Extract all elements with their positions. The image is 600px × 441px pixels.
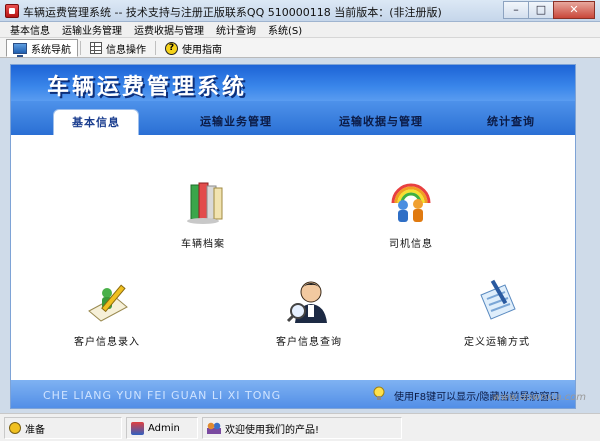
books-icon xyxy=(177,177,229,229)
tab-label: 使用指南 xyxy=(182,44,222,56)
menu-bar: 基本信息 运输业务管理 运费收据与管理 统计查询 系统(S) xyxy=(0,22,600,38)
window-controls: – □ ✕ xyxy=(503,1,595,19)
toolbar: 系统导航 信息操作 ? 使用指南 xyxy=(0,38,600,58)
status-bar: 准备 Admin 欢迎使用我们的产品! xyxy=(0,413,600,441)
help-icon: ? xyxy=(165,41,178,55)
tab-label: 信息操作 xyxy=(106,44,146,56)
tab-label: 系统导航 xyxy=(31,44,71,56)
user-shield-icon xyxy=(131,421,144,435)
monitor-icon xyxy=(13,42,27,57)
banner-title: 车辆运费管理系统 xyxy=(47,74,248,100)
pencil-paper-icon xyxy=(81,275,133,327)
minimize-button[interactable]: – xyxy=(503,1,529,19)
menu-statistics[interactable]: 统计查询 xyxy=(210,22,262,37)
status-welcome-text: 欢迎使用我们的产品! xyxy=(225,424,320,436)
nav-tab-transport-receipts[interactable]: 运输收据与管理 xyxy=(316,109,446,135)
document-pen-icon xyxy=(471,275,523,327)
tile-label: 司机信息 xyxy=(389,239,433,250)
banner: 车辆运费管理系统 xyxy=(11,65,575,101)
tile-customer-info-entry[interactable]: 客户信息录入 xyxy=(47,275,167,348)
tab-system-navigation[interactable]: 系统导航 xyxy=(6,39,78,57)
tile-area: 车辆档案 司机信息 客户信息录入 客户信息查询 定义运输方式 xyxy=(11,135,575,380)
people-rainbow-icon xyxy=(385,177,437,229)
divider xyxy=(80,41,81,55)
title-bar: 车辆运费管理系统 -- 技术支持与注册正版联系QQ 510000118 当前版本… xyxy=(0,0,600,22)
menu-basic-info[interactable]: 基本信息 xyxy=(4,22,56,37)
footer-band: CHE LIANG YUN FEI GUAN LI XI TONG 使用F8键可… xyxy=(11,380,575,408)
status-welcome: 欢迎使用我们的产品! xyxy=(202,417,402,439)
nav-tab-basic-info[interactable]: 基本信息 xyxy=(53,109,139,135)
user-search-icon xyxy=(283,275,335,327)
tile-label: 客户信息查询 xyxy=(276,337,342,348)
nav-tab-strip: 基本信息 运输业务管理 运输收据与管理 统计查询 xyxy=(11,101,575,135)
menu-system[interactable]: 系统(S) xyxy=(262,22,308,37)
tab-info-operation[interactable]: 信息操作 xyxy=(83,39,153,57)
close-button[interactable]: ✕ xyxy=(553,1,595,19)
tile-label: 车辆档案 xyxy=(181,239,225,250)
app-icon xyxy=(5,4,19,18)
status-user-text: Admin xyxy=(148,422,180,434)
tile-label: 定义运输方式 xyxy=(464,337,530,348)
status-ready: 准备 xyxy=(4,417,122,439)
tile-customer-info-query[interactable]: 客户信息查询 xyxy=(249,275,369,348)
divider xyxy=(155,41,156,55)
grid-icon xyxy=(90,42,102,54)
status-ready-text: 准备 xyxy=(25,424,45,436)
tile-driver-info[interactable]: 司机信息 xyxy=(351,177,471,250)
tile-vehicle-records[interactable]: 车辆档案 xyxy=(143,177,263,250)
info-icon xyxy=(9,422,21,434)
tile-label: 客户信息录入 xyxy=(74,337,140,348)
lightbulb-icon xyxy=(373,386,385,402)
menu-freight-receipts[interactable]: 运费收据与管理 xyxy=(128,22,210,37)
nav-tab-transport-business[interactable]: 运输业务管理 xyxy=(176,109,296,135)
status-user: Admin xyxy=(126,417,198,439)
navigation-panel: 车辆运费管理系统 基本信息 运输业务管理 运输收据与管理 统计查询 车辆档案 司… xyxy=(10,64,576,409)
menu-transport-business[interactable]: 运输业务管理 xyxy=(56,22,128,37)
maximize-button[interactable]: □ xyxy=(528,1,554,19)
pinyin-caption: CHE LIANG YUN FEI GUAN LI XI TONG xyxy=(43,389,282,402)
users-icon xyxy=(207,422,221,434)
window-title: 车辆运费管理系统 -- 技术支持与注册正版联系QQ 510000118 当前版本… xyxy=(23,6,442,19)
tile-define-transport-method[interactable]: 定义运输方式 xyxy=(437,275,557,348)
nav-tab-statistics[interactable]: 统计查询 xyxy=(466,109,556,135)
tab-user-guide[interactable]: ? 使用指南 xyxy=(158,39,229,57)
watermark: www.downxia.com xyxy=(492,392,586,403)
